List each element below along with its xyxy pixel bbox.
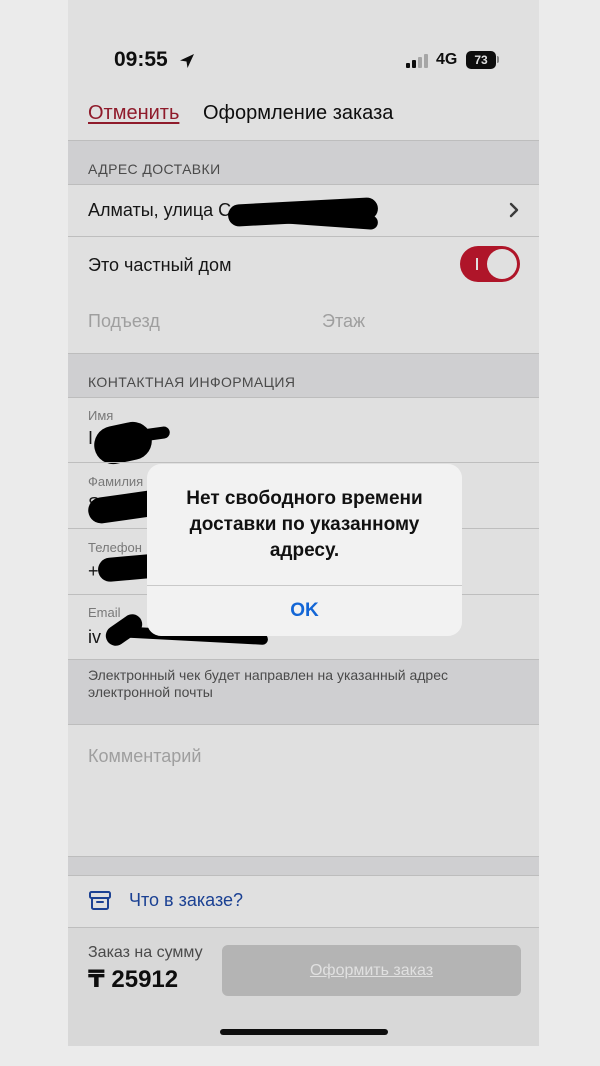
alert-dialog: Нет свободного времени доставки по указа… bbox=[147, 464, 462, 636]
alert-message: Нет свободного времени доставки по указа… bbox=[186, 488, 423, 561]
alert-ok-button[interactable]: OK bbox=[147, 586, 462, 636]
